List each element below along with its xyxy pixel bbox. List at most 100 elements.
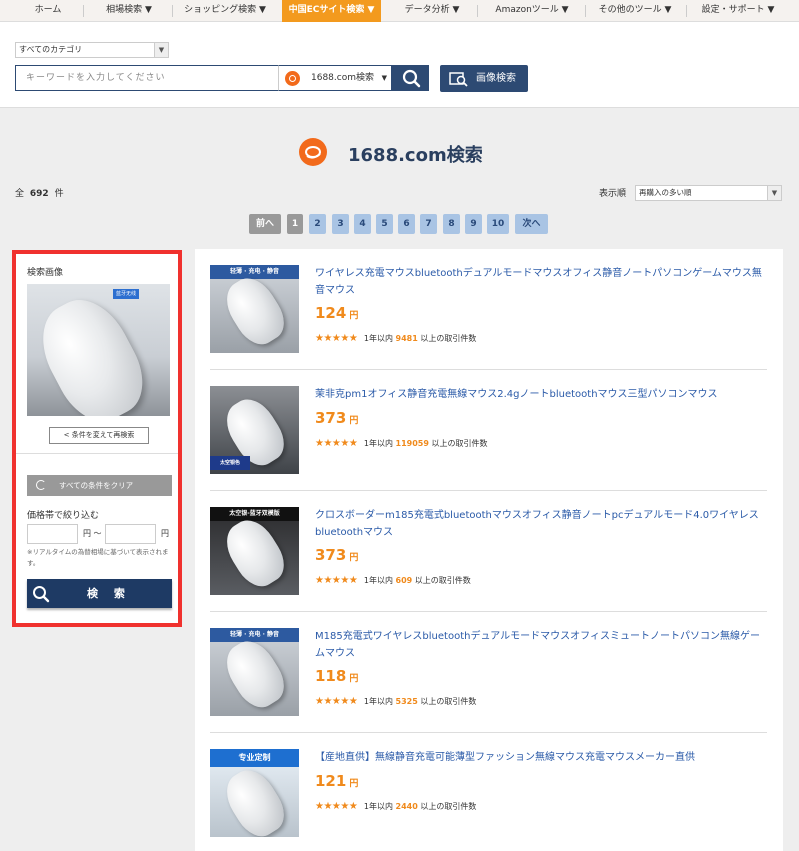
- product-meta: ★★★★★ 1年以内 609 以上の取引件数: [315, 575, 471, 586]
- transaction-count: 2440: [395, 802, 418, 811]
- research-button[interactable]: < 条件を変えて再検索: [49, 427, 149, 444]
- yen-max-label: 円: [161, 529, 169, 538]
- site-select[interactable]: 1688.com検索 ▼: [278, 65, 392, 91]
- nav-separator: [585, 5, 586, 17]
- product-title-link[interactable]: ワイヤレス充電マウスbluetoothデュアルモードマウスオフィス静音ノートパソ…: [315, 265, 767, 299]
- product-thumbnail[interactable]: 轻薄 · 充电 · 静音: [210, 628, 299, 716]
- thumbnail-badge: 轻薄 · 充电 · 静音: [210, 628, 299, 642]
- list-item: 太空银色 茉非克pm1オフィス静音充電無線マウス2.4gノートbluetooth…: [210, 370, 767, 491]
- exchange-note: ※リアルタイムの為替相場に基づいて表示されます。: [27, 548, 169, 567]
- list-item: 太空银-蓝牙双模版 クロスボーダーm185充電式bluetoothマウスオフィス…: [210, 491, 767, 612]
- product-meta: ★★★★★ 1年以内 5325 以上の取引件数: [315, 696, 476, 707]
- keyword-input[interactable]: キーワードを入力してください: [15, 65, 279, 91]
- search-image: 蓝牙无线: [27, 284, 170, 416]
- pagination-next[interactable]: 次へ: [515, 214, 548, 234]
- chevron-left-icon: <: [63, 431, 72, 439]
- price-value: 124: [315, 304, 347, 322]
- star-rating-icon: ★★★★★: [315, 333, 358, 344]
- price-unit: 円: [349, 779, 359, 789]
- clear-conditions-button[interactable]: すべての条件をクリア: [27, 475, 172, 496]
- price-value: 121: [315, 772, 347, 790]
- yen-min-label: 円 〜: [83, 529, 102, 538]
- meta-prefix: 1年以内: [363, 439, 393, 448]
- meta-prefix: 1年以内: [363, 697, 393, 706]
- filter-search-button[interactable]: 検 索: [27, 579, 172, 608]
- product-title-link[interactable]: 【産地直供】無線静音充電可能薄型ファッション無線マウス充電マウスメーカー直供: [315, 749, 767, 766]
- pagination-page-8[interactable]: 8: [443, 214, 460, 234]
- thumbnail-badge: 太空银色: [210, 456, 250, 470]
- product-price: 118 円: [315, 667, 358, 685]
- meta-suffix: 以上の取引件数: [420, 802, 477, 811]
- mouse-illustration: [217, 269, 293, 353]
- image-search-icon: [449, 72, 468, 87]
- pagination-page-9[interactable]: 9: [465, 214, 482, 234]
- price-filter-title: 価格帯で絞り込む: [27, 511, 100, 521]
- meta-suffix: 以上の取引件数: [420, 334, 477, 343]
- pagination-page-7[interactable]: 7: [420, 214, 437, 234]
- nav-separator: [477, 5, 478, 17]
- product-price: 373 円: [315, 409, 358, 427]
- search-button[interactable]: [392, 65, 429, 91]
- mouse-illustration: [27, 286, 158, 416]
- price-unit: 円: [349, 311, 359, 321]
- pagination-page-2[interactable]: 2: [309, 214, 326, 234]
- product-title-link[interactable]: M185充電式ワイヤレスbluetoothデュアルモードマウスオフィスミュートノ…: [315, 628, 767, 662]
- thumbnail-badge: 专业定制: [210, 749, 299, 767]
- category-select-value: すべてのカテゴリ: [19, 45, 83, 54]
- nav-shopping-search[interactable]: ショッピング検索 ▼: [178, 0, 272, 22]
- product-meta: ★★★★★ 1年以内 2440 以上の取引件数: [315, 801, 476, 812]
- star-rating-icon: ★★★★★: [315, 438, 358, 449]
- nav-separator: [83, 5, 84, 17]
- search-header: すべてのカテゴリ ▼ キーワードを入力してください 1688.com検索 ▼ 画…: [0, 22, 799, 108]
- nav-china-ec-search[interactable]: 中国ECサイト検索 ▼: [282, 0, 381, 22]
- page-title: 1688.com検索: [348, 145, 483, 166]
- pagination-page-1[interactable]: 1: [287, 214, 303, 234]
- nav-data-analysis[interactable]: データ分析 ▼: [392, 0, 472, 22]
- price-min-input[interactable]: [27, 524, 78, 544]
- list-item: 轻薄 · 充电 · 静音 ワイヤレス充電マウスbluetoothデュアルモードマ…: [210, 249, 767, 370]
- product-thumbnail[interactable]: 太空银-蓝牙双模版: [210, 507, 299, 595]
- sort-select[interactable]: 再購入の多い順 ▼: [635, 185, 782, 201]
- search-filter-panel: 検索画像 蓝牙无线 < 条件を変えて再検索 すべての条件をクリア 価格帯で絞り込…: [12, 250, 182, 627]
- nav-separator: [686, 5, 687, 17]
- star-rating-icon: ★★★★★: [315, 575, 358, 586]
- pagination-page-5[interactable]: 5: [376, 214, 393, 234]
- mouse-illustration: [217, 511, 293, 595]
- nav-settings-support[interactable]: 設定・サポート ▼: [690, 0, 786, 22]
- result-total: 全 692 件: [15, 186, 64, 199]
- product-thumbnail[interactable]: 轻薄 · 充电 · 静音: [210, 265, 299, 353]
- pagination-page-6[interactable]: 6: [398, 214, 415, 234]
- category-select[interactable]: すべてのカテゴリ ▼: [15, 42, 169, 58]
- chevron-down-icon: ▼: [154, 43, 168, 57]
- pagination-page-3[interactable]: 3: [332, 214, 349, 234]
- sort-select-value: 再購入の多い順: [639, 188, 692, 197]
- nav-market-search[interactable]: 相場検索 ▼: [94, 0, 164, 22]
- product-thumbnail[interactable]: 专业定制: [210, 749, 299, 837]
- price-max-input[interactable]: [105, 524, 156, 544]
- product-meta: ★★★★★ 1年以内 119059 以上の取引件数: [315, 438, 487, 449]
- product-price: 121 円: [315, 772, 358, 790]
- image-search-button[interactable]: 画像検索: [440, 65, 528, 92]
- nav-separator: [172, 5, 173, 17]
- nav-amazon-tools[interactable]: Amazonツール ▼: [484, 0, 580, 22]
- product-meta: ★★★★★ 1年以内 9481 以上の取引件数: [315, 333, 476, 344]
- pagination-page-10[interactable]: 10: [487, 214, 509, 234]
- pagination-page-4[interactable]: 4: [354, 214, 371, 234]
- star-rating-icon: ★★★★★: [315, 801, 358, 812]
- product-title-link[interactable]: 茉非克pm1オフィス静音充電無線マウス2.4gノートbluetoothマウス三型…: [315, 386, 767, 403]
- thumbnail-badge: 太空银-蓝牙双模版: [210, 507, 299, 521]
- 1688-logo-icon: [299, 138, 327, 166]
- price-unit: 円: [349, 553, 359, 563]
- image-search-label: 画像検索: [476, 73, 516, 84]
- product-title-link[interactable]: クロスボーダーm185充電式bluetoothマウスオフィス静音ノートpcデュア…: [315, 507, 767, 541]
- product-price: 373 円: [315, 546, 358, 564]
- price-unit: 円: [349, 416, 359, 426]
- nav-other-tools[interactable]: その他のツール ▼: [590, 0, 680, 22]
- meta-prefix: 1年以内: [363, 802, 393, 811]
- transaction-count: 119059: [395, 439, 429, 448]
- nav-home[interactable]: ホーム: [18, 0, 78, 22]
- pagination-prev[interactable]: 前へ: [249, 214, 281, 234]
- search-image-title: 検索画像: [27, 268, 64, 278]
- total-count: 692: [29, 189, 49, 199]
- product-thumbnail[interactable]: 太空银色: [210, 386, 299, 474]
